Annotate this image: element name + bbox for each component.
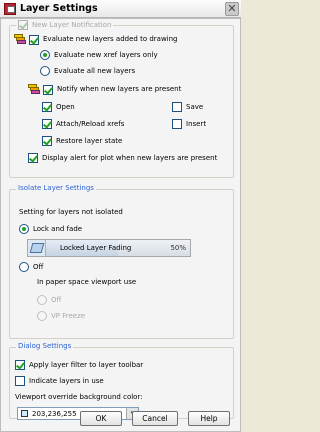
vp-freeze-row: VP Freeze	[37, 311, 85, 321]
cancel-button[interactable]: Cancel	[132, 411, 178, 426]
bg-color-label: Viewport override background color:	[15, 393, 143, 401]
open-label: Open	[56, 102, 75, 111]
new-layer-notification-group: New Layer Notification Evaluate new laye…	[9, 20, 234, 178]
restore-state-label: Restore layer state	[56, 136, 123, 145]
locked-layer-fading-slider[interactable]: Locked Layer Fading 50%	[27, 239, 191, 257]
close-button[interactable]: ✕	[225, 2, 239, 16]
vp-freeze-label: VP Freeze	[51, 311, 86, 320]
xref-only-radio[interactable]	[40, 50, 50, 60]
vp-freeze-radio[interactable]	[37, 311, 47, 321]
layers-icon	[28, 84, 40, 95]
notify-checkbox[interactable]	[43, 84, 53, 95]
open-checkbox[interactable]	[42, 102, 52, 112]
new-layer-notification-label: New Layer Notification	[32, 20, 112, 29]
title-bar: Layer Settings ✕	[0, 0, 241, 18]
notify-row[interactable]: Notify when new layers are present	[28, 84, 181, 95]
off-label: Off	[33, 262, 44, 271]
off-radio[interactable]	[19, 262, 29, 272]
evaluate-new-layers-checkbox[interactable]	[29, 34, 39, 45]
indicate-layers-row[interactable]: Indicate layers in use	[15, 376, 104, 386]
restore-state-row[interactable]: Restore layer state	[42, 136, 122, 146]
evaluate-new-layers-row[interactable]: Evaluate new layers added to drawing	[14, 34, 178, 45]
layers-icon	[14, 34, 26, 45]
insert-checkbox[interactable]	[172, 119, 182, 129]
xref-only-row[interactable]: Evaluate new xref layers only	[40, 50, 158, 60]
open-row[interactable]: Open	[42, 102, 75, 112]
layer-settings-app-icon	[4, 3, 16, 15]
fading-icon	[28, 240, 46, 256]
attach-reload-row[interactable]: Attach/Reload xrefs	[42, 119, 124, 129]
restore-state-checkbox[interactable]	[42, 136, 52, 146]
save-row[interactable]: Save	[172, 102, 203, 112]
indicate-layers-label: Indicate layers in use	[29, 376, 104, 385]
save-checkbox[interactable]	[172, 102, 182, 112]
attach-reload-label: Attach/Reload xrefs	[56, 119, 125, 128]
off-row[interactable]: Off	[19, 262, 43, 272]
fading-bar[interactable]: Locked Layer Fading 50%	[46, 240, 190, 256]
plot-alert-row[interactable]: Display alert for plot when new layers a…	[28, 153, 217, 163]
lock-fade-radio[interactable]	[19, 224, 29, 234]
plot-alert-checkbox[interactable]	[28, 153, 38, 163]
color-swatch	[21, 410, 28, 417]
insert-label: Insert	[186, 119, 207, 128]
apply-filter-row[interactable]: Apply layer filter to layer toolbar	[15, 360, 143, 370]
new-layer-notification-checkbox[interactable]	[18, 20, 28, 30]
fading-label: Locked Layer Fading	[60, 244, 132, 252]
lock-fade-row[interactable]: Lock and fade	[19, 224, 82, 234]
lock-fade-label: Lock and fade	[33, 224, 83, 233]
apply-filter-label: Apply layer filter to layer toolbar	[29, 360, 144, 369]
paper-off-row: Off	[37, 295, 61, 305]
isolate-layer-settings-legend: Isolate Layer Settings	[16, 184, 96, 193]
ok-button[interactable]: OK	[80, 411, 122, 426]
help-button[interactable]: Help	[188, 411, 230, 426]
apply-filter-checkbox[interactable]	[15, 360, 25, 370]
all-layers-radio[interactable]	[40, 66, 50, 76]
all-layers-row[interactable]: Evaluate all new layers	[40, 66, 135, 76]
notify-label: Notify when new layers are present	[57, 85, 182, 93]
paper-off-label: Off	[51, 295, 62, 304]
evaluate-new-layers-label: Evaluate new layers added to drawing	[43, 35, 178, 43]
new-layer-notification-legend: New Layer Notification	[16, 20, 114, 30]
window-title: Layer Settings	[20, 3, 98, 14]
all-layers-label: Evaluate all new layers	[54, 66, 136, 75]
indicate-layers-checkbox[interactable]	[15, 376, 25, 386]
fading-value: 50%	[170, 244, 186, 252]
isolate-setting-label: Setting for layers not isolated	[19, 208, 123, 216]
plot-alert-label: Display alert for plot when new layers a…	[42, 153, 218, 162]
save-label: Save	[186, 102, 204, 111]
insert-row[interactable]: Insert	[172, 119, 206, 129]
xref-only-label: Evaluate new xref layers only	[54, 50, 158, 59]
dialog-content: New Layer Notification Evaluate new laye…	[0, 18, 241, 432]
attach-reload-checkbox[interactable]	[42, 119, 52, 129]
paper-off-radio[interactable]	[37, 295, 47, 305]
paper-space-label: In paper space viewport use	[37, 278, 137, 286]
dialog-settings-legend: Dialog Settings	[16, 342, 74, 351]
